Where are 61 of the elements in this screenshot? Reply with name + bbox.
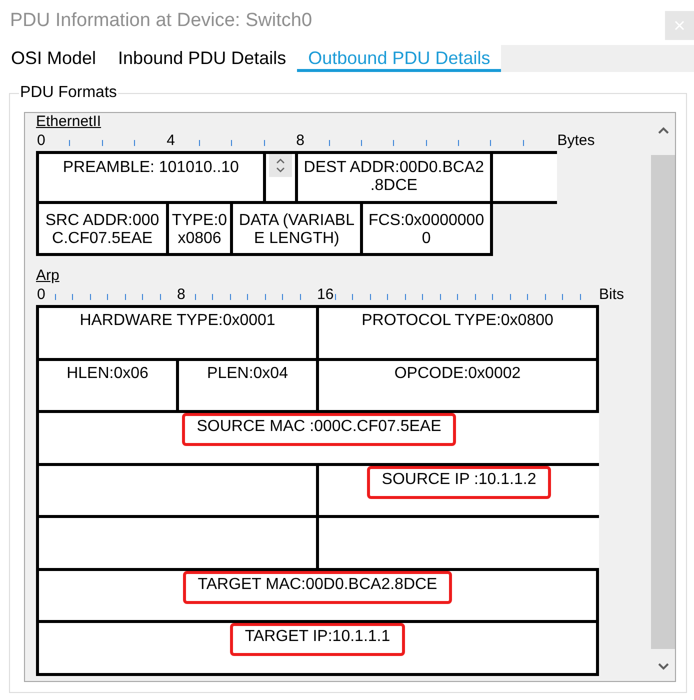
- ruler-tick: [124, 294, 126, 300]
- ruler-tick: [387, 294, 388, 300]
- field-cell: PREAMBLE: 101010..10: [36, 151, 266, 204]
- ruler-tick: [404, 294, 406, 300]
- scrollbar-thumb[interactable]: [651, 155, 675, 649]
- ruler-label: 16: [317, 286, 334, 303]
- ruler-tick: [492, 294, 493, 300]
- highlighted-label: SOURCE IP :10.1.1.2: [366, 466, 552, 498]
- ruler-tick: [393, 140, 394, 146]
- field-cell: SRC ADDR:000C.CF07.5EAE: [36, 201, 169, 256]
- close-icon: [675, 21, 684, 30]
- ruler-tick: [231, 140, 232, 146]
- ruler-tick: [522, 140, 524, 146]
- ruler-tick: [562, 294, 563, 300]
- ruler-tick: [474, 294, 476, 300]
- ruler-tick: [264, 140, 265, 146]
- ruler-tick: [247, 294, 248, 300]
- ruler-label: 0: [37, 132, 46, 149]
- ruler-tick: [142, 294, 143, 300]
- ruler-tick: [352, 294, 353, 300]
- ruler-tick: [102, 140, 103, 146]
- field-cell: PROTOCOL TYPE:0x0800: [316, 305, 599, 360]
- ruler-label: 8: [296, 132, 304, 149]
- group-title: PDU Formats: [19, 84, 118, 102]
- ruler-unit: Bytes: [557, 132, 595, 149]
- ruler-tick: [54, 294, 56, 300]
- ruler-tick: [527, 294, 528, 300]
- ruler-tick: [544, 294, 546, 300]
- field-cell: DEST ADDR:00D0.BCA2.8DCE: [295, 151, 493, 204]
- up-down-chevron-icon[interactable]: [268, 154, 292, 177]
- ruler-tick: [458, 140, 460, 146]
- ruler-label: 8: [177, 286, 186, 303]
- ruler-tick: [134, 140, 136, 146]
- ruler-tick: [198, 140, 200, 146]
- ruler-tick: [69, 140, 70, 146]
- ruler-tick: [107, 294, 108, 300]
- highlighted-label: TARGET IP:10.1.1.1: [230, 623, 406, 656]
- field-cell: DATA (VARIABLE LENGTH): [230, 201, 363, 256]
- ruler-tick: [264, 294, 266, 300]
- highlighted-label: SOURCE MAC :000C.CF07.5EAE: [182, 413, 456, 446]
- ruler-label: 4: [166, 132, 175, 149]
- chevron-up-icon: [658, 127, 668, 134]
- ruler-tick: [334, 294, 336, 300]
- protocol-title: Arp: [36, 267, 60, 284]
- ruler-label: 0: [37, 286, 46, 303]
- ruler-tick: [328, 140, 330, 146]
- ruler-tick: [490, 140, 492, 146]
- ruler-tick: [426, 140, 427, 146]
- chevron-down-icon: [658, 663, 668, 670]
- ruler-tick: [72, 294, 73, 300]
- ruler-tick: [457, 294, 458, 300]
- ruler-tick: [422, 294, 423, 300]
- ruler-tick: [194, 294, 196, 300]
- window-title: PDU Information at Device: Switch0: [10, 10, 312, 32]
- ruler-tick: [212, 294, 213, 300]
- field-cell: HARDWARE TYPE:0x0001: [36, 305, 319, 360]
- ruler-tick: [282, 294, 283, 300]
- protocol-title: EthernetII: [36, 113, 102, 130]
- ruler-tick: [360, 140, 362, 146]
- ruler-unit: Bits: [599, 286, 624, 303]
- highlighted-label: TARGET MAC:00D0.BCA2.8DCE: [182, 570, 452, 604]
